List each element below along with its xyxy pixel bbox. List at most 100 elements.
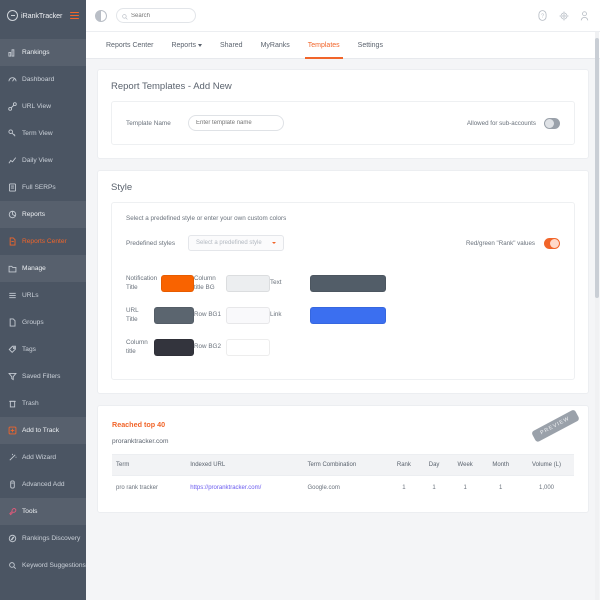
gear-icon[interactable] — [558, 10, 569, 21]
sidebar-item-trash[interactable]: Trash — [0, 390, 86, 417]
sidebar-item-label: Manage — [22, 265, 46, 272]
report-templates-card: Report Templates - Add New Template Name… — [97, 69, 589, 159]
tab-myranks[interactable]: MyRanks — [252, 32, 299, 58]
tab-label: Templates — [307, 41, 340, 49]
link-icon — [8, 102, 17, 111]
subaccounts-toggle[interactable] — [544, 117, 560, 129]
sidebar-item-label: Tools — [22, 508, 38, 515]
gauge-icon — [8, 75, 17, 84]
column-header: Day — [420, 454, 448, 476]
sidebar-item-reports[interactable]: Reports — [0, 201, 86, 228]
help-icon[interactable]: ? — [537, 10, 548, 21]
content-scroll-area: Report Templates - Add New Template Name… — [86, 59, 600, 600]
brand-logo[interactable]: iRankTracker — [0, 0, 86, 31]
swatch-color-box[interactable] — [310, 306, 386, 324]
template-name-panel: Template Name Allowed for sub-accounts — [111, 101, 575, 145]
sidebar-item-daily-view[interactable]: Daily View — [0, 147, 86, 174]
sidebar-item-reports-center[interactable]: Reports Center — [0, 228, 86, 255]
sidebar-item-manage[interactable]: Manage — [0, 255, 86, 282]
column-header: Month — [482, 454, 520, 476]
sidebar-item-add-to-track[interactable]: Add to Track — [0, 417, 86, 444]
swatch-color-box[interactable] — [225, 306, 270, 324]
swatch-color-box[interactable] — [153, 338, 194, 356]
sidebar-item-keyword-suggestions[interactable]: Keyword Suggestions — [0, 552, 86, 579]
sidebar-item-saved-filters[interactable]: Saved Filters — [0, 363, 86, 390]
swatch-color-box[interactable] — [161, 274, 194, 292]
key-icon — [8, 129, 17, 138]
sidebar-item-groups[interactable]: Groups — [0, 309, 86, 336]
sidebar-item-full-serps[interactable]: Full SERPs — [0, 174, 86, 201]
tab-reports-center[interactable]: Reports Center — [97, 32, 162, 58]
tab-reports[interactable]: Reports — [162, 32, 211, 58]
sidebar-item-rankings[interactable]: Rankings — [0, 39, 86, 66]
funnel-icon — [8, 372, 17, 381]
style-title: Style — [111, 182, 133, 193]
swatch-color-box[interactable] — [310, 274, 386, 292]
sidebar-item-label: Tags — [22, 346, 36, 353]
tab-templates[interactable]: Templates — [299, 32, 349, 59]
sidebar-item-url-view[interactable]: URL View — [0, 93, 86, 120]
swatch-item: Notification Title — [126, 267, 194, 299]
chevron-down-icon — [197, 44, 202, 47]
cell-combination: Google.com — [307, 485, 340, 491]
subaccounts-label: Allowed for sub-accounts — [466, 119, 536, 127]
sidebar-item-label: Term View — [22, 130, 53, 137]
style-card: Style Select a predefined style or enter… — [97, 170, 589, 394]
brand-mark-icon — [7, 10, 18, 21]
cell-volume: 1,000 — [539, 485, 555, 491]
topbar-actions: ? — [537, 10, 590, 21]
sidebar-item-advanced-add[interactable]: Advanced Add — [0, 471, 86, 498]
sidebar-item-label: Advanced Add — [22, 481, 65, 488]
swatch-color-box[interactable] — [225, 274, 270, 292]
sidebar-item-label: Reports — [22, 211, 46, 218]
template-name-input[interactable] — [188, 115, 284, 131]
svg-text:?: ? — [541, 13, 544, 19]
sidebar-item-add-wizard[interactable]: Add Wizard — [0, 444, 86, 471]
sidebar-item-label: Saved Filters — [22, 373, 61, 380]
page-title: Report Templates - Add New — [111, 81, 232, 92]
sidebar-item-term-view[interactable]: Term View — [0, 120, 86, 147]
swatch-color-box[interactable] — [225, 338, 270, 356]
user-icon[interactable] — [579, 10, 590, 21]
swatch-label: Row BG1 — [194, 311, 221, 319]
vertical-scrollbar[interactable] — [595, 32, 599, 600]
preview-table: Term Indexed URL Term Combination Rank Day We… — [112, 454, 574, 500]
column-header: Term — [112, 454, 187, 476]
sidebar-item-dashboard[interactable]: Dashboard — [0, 66, 86, 93]
document-icon — [8, 237, 17, 246]
rank-values-toggle[interactable] — [544, 237, 560, 249]
search-input[interactable] — [131, 12, 190, 19]
lines-icon — [8, 291, 17, 300]
globe-icon[interactable] — [95, 9, 107, 22]
search-box[interactable] — [116, 8, 196, 23]
predefined-styles-select[interactable]: Select a predefined style — [188, 235, 284, 251]
tag-icon — [8, 345, 17, 354]
column-header: Indexed URL — [186, 454, 304, 476]
table-header-row: Term Indexed URL Term Combination Rank Day We… — [112, 454, 574, 476]
sidebar-item-label: Reports Center — [22, 238, 67, 245]
wrench-icon — [8, 507, 17, 516]
scrollbar-thumb[interactable] — [595, 38, 599, 298]
column-header: Week — [447, 454, 483, 476]
swatch-column-col1: Notification Title URL Title Column title — [126, 267, 194, 363]
trash-icon — [8, 399, 17, 408]
swatch-label: Column title — [126, 338, 148, 355]
sidebar-item-rankings-discovery[interactable]: Rankings Discovery — [0, 525, 86, 552]
compass-icon — [8, 534, 17, 543]
sidebar-item-urls[interactable]: URLs — [0, 282, 86, 309]
tab-settings[interactable]: Settings — [349, 32, 392, 58]
tab-shared[interactable]: Shared — [211, 32, 252, 58]
tab-bar: Reports Center Reports Shared MyRanks Templa… — [86, 32, 600, 59]
search-icon — [122, 7, 128, 25]
sidebar-item-label: Groups — [22, 319, 44, 326]
sidebar-item-tools[interactable]: Tools — [0, 498, 86, 525]
swatch-color-box[interactable] — [153, 306, 194, 324]
main-area: ? Reports Center Reports Shared MyRanks Temp… — [86, 0, 600, 600]
swatch-item: Row BG1 — [194, 299, 270, 331]
top-bar: ? — [86, 0, 600, 32]
sidebar-item-label: Full SERPs — [22, 184, 56, 191]
sidebar-item-tags[interactable]: Tags — [0, 336, 86, 363]
hamburger-menu-icon[interactable] — [69, 10, 80, 22]
bar-chart-icon — [8, 48, 17, 57]
indexed-url-link[interactable]: https://proranktracker.com/ — [190, 485, 261, 491]
